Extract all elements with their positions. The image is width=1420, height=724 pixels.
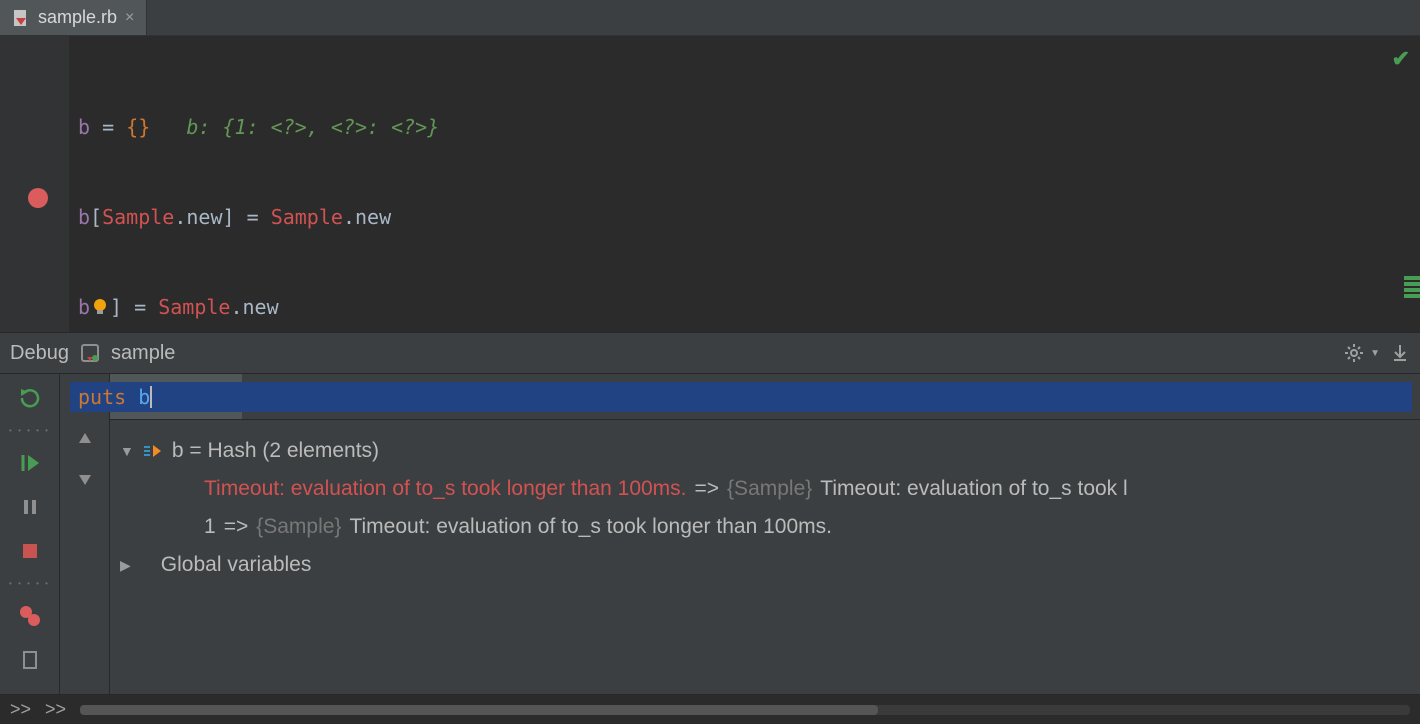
rerun-button[interactable] <box>14 382 46 414</box>
debug-title: Debug <box>10 342 69 365</box>
horizontal-scrollbar[interactable] <box>80 705 1410 715</box>
intention-bulb-icon[interactable] <box>90 297 110 317</box>
code-editor[interactable]: b = {} b: {1: <?>, <?>: <?>} b[Sample.ne… <box>0 36 1420 332</box>
variable-key: Timeout: evaluation of to_s took longer … <box>204 470 687 508</box>
variable-value: Timeout: evaluation of to_s took l <box>820 470 1127 508</box>
bottom-strip: >> >> <box>0 694 1420 724</box>
file-tab-label: sample.rb <box>38 7 117 28</box>
error-stripe[interactable] <box>1404 276 1420 300</box>
breakpoint-marker[interactable] <box>28 188 48 208</box>
variable-type: {Sample} <box>256 508 341 546</box>
toolwindow-toggle[interactable]: >> <box>10 699 31 720</box>
variable-child[interactable]: 1 => {Sample} Timeout: evaluation of to_… <box>120 508 1410 546</box>
separator: • • • • • <box>9 426 50 435</box>
ruby-file-icon <box>12 9 30 27</box>
inline-hint: b: {1: <?>, <?>: <?>} <box>150 112 439 142</box>
separator: • • • • • <box>9 579 50 588</box>
resume-button[interactable] <box>14 447 46 479</box>
editor-tab-bar: sample.rb × <box>0 0 1420 36</box>
debug-left-toolbar: • • • • • • • • • • <box>0 374 60 694</box>
variable-child[interactable]: Timeout: evaluation of to_s took longer … <box>120 470 1410 508</box>
view-breakpoints-button[interactable] <box>14 600 46 632</box>
pause-button[interactable] <box>14 491 46 523</box>
scrollbar-thumb[interactable] <box>80 705 878 715</box>
stop-button[interactable] <box>14 535 46 567</box>
variable-node[interactable]: ▶ Global variables <box>120 546 1410 584</box>
expand-arrow-icon[interactable]: ▶ <box>120 546 131 584</box>
code-area[interactable]: b = {} b: {1: <?>, <?>: <?>} b[Sample.ne… <box>70 36 1420 332</box>
editor-gutter[interactable] <box>0 36 70 332</box>
current-execution-line: puts b <box>70 382 1412 412</box>
code-token: b <box>78 112 90 142</box>
variable-value: Timeout: evaluation of to_s took longer … <box>349 508 832 546</box>
mute-breakpoints-button[interactable] <box>14 644 46 676</box>
inspection-ok-icon[interactable]: ✔ <box>1392 46 1410 72</box>
close-tab-icon[interactable]: × <box>125 9 134 27</box>
text-cursor <box>150 386 152 408</box>
variable-key: 1 <box>204 508 216 546</box>
file-tab[interactable]: sample.rb × <box>0 0 147 35</box>
console-prompt[interactable]: >> <box>45 699 66 720</box>
variable-label: Global variables <box>161 546 312 584</box>
variable-type: {Sample} <box>727 470 812 508</box>
